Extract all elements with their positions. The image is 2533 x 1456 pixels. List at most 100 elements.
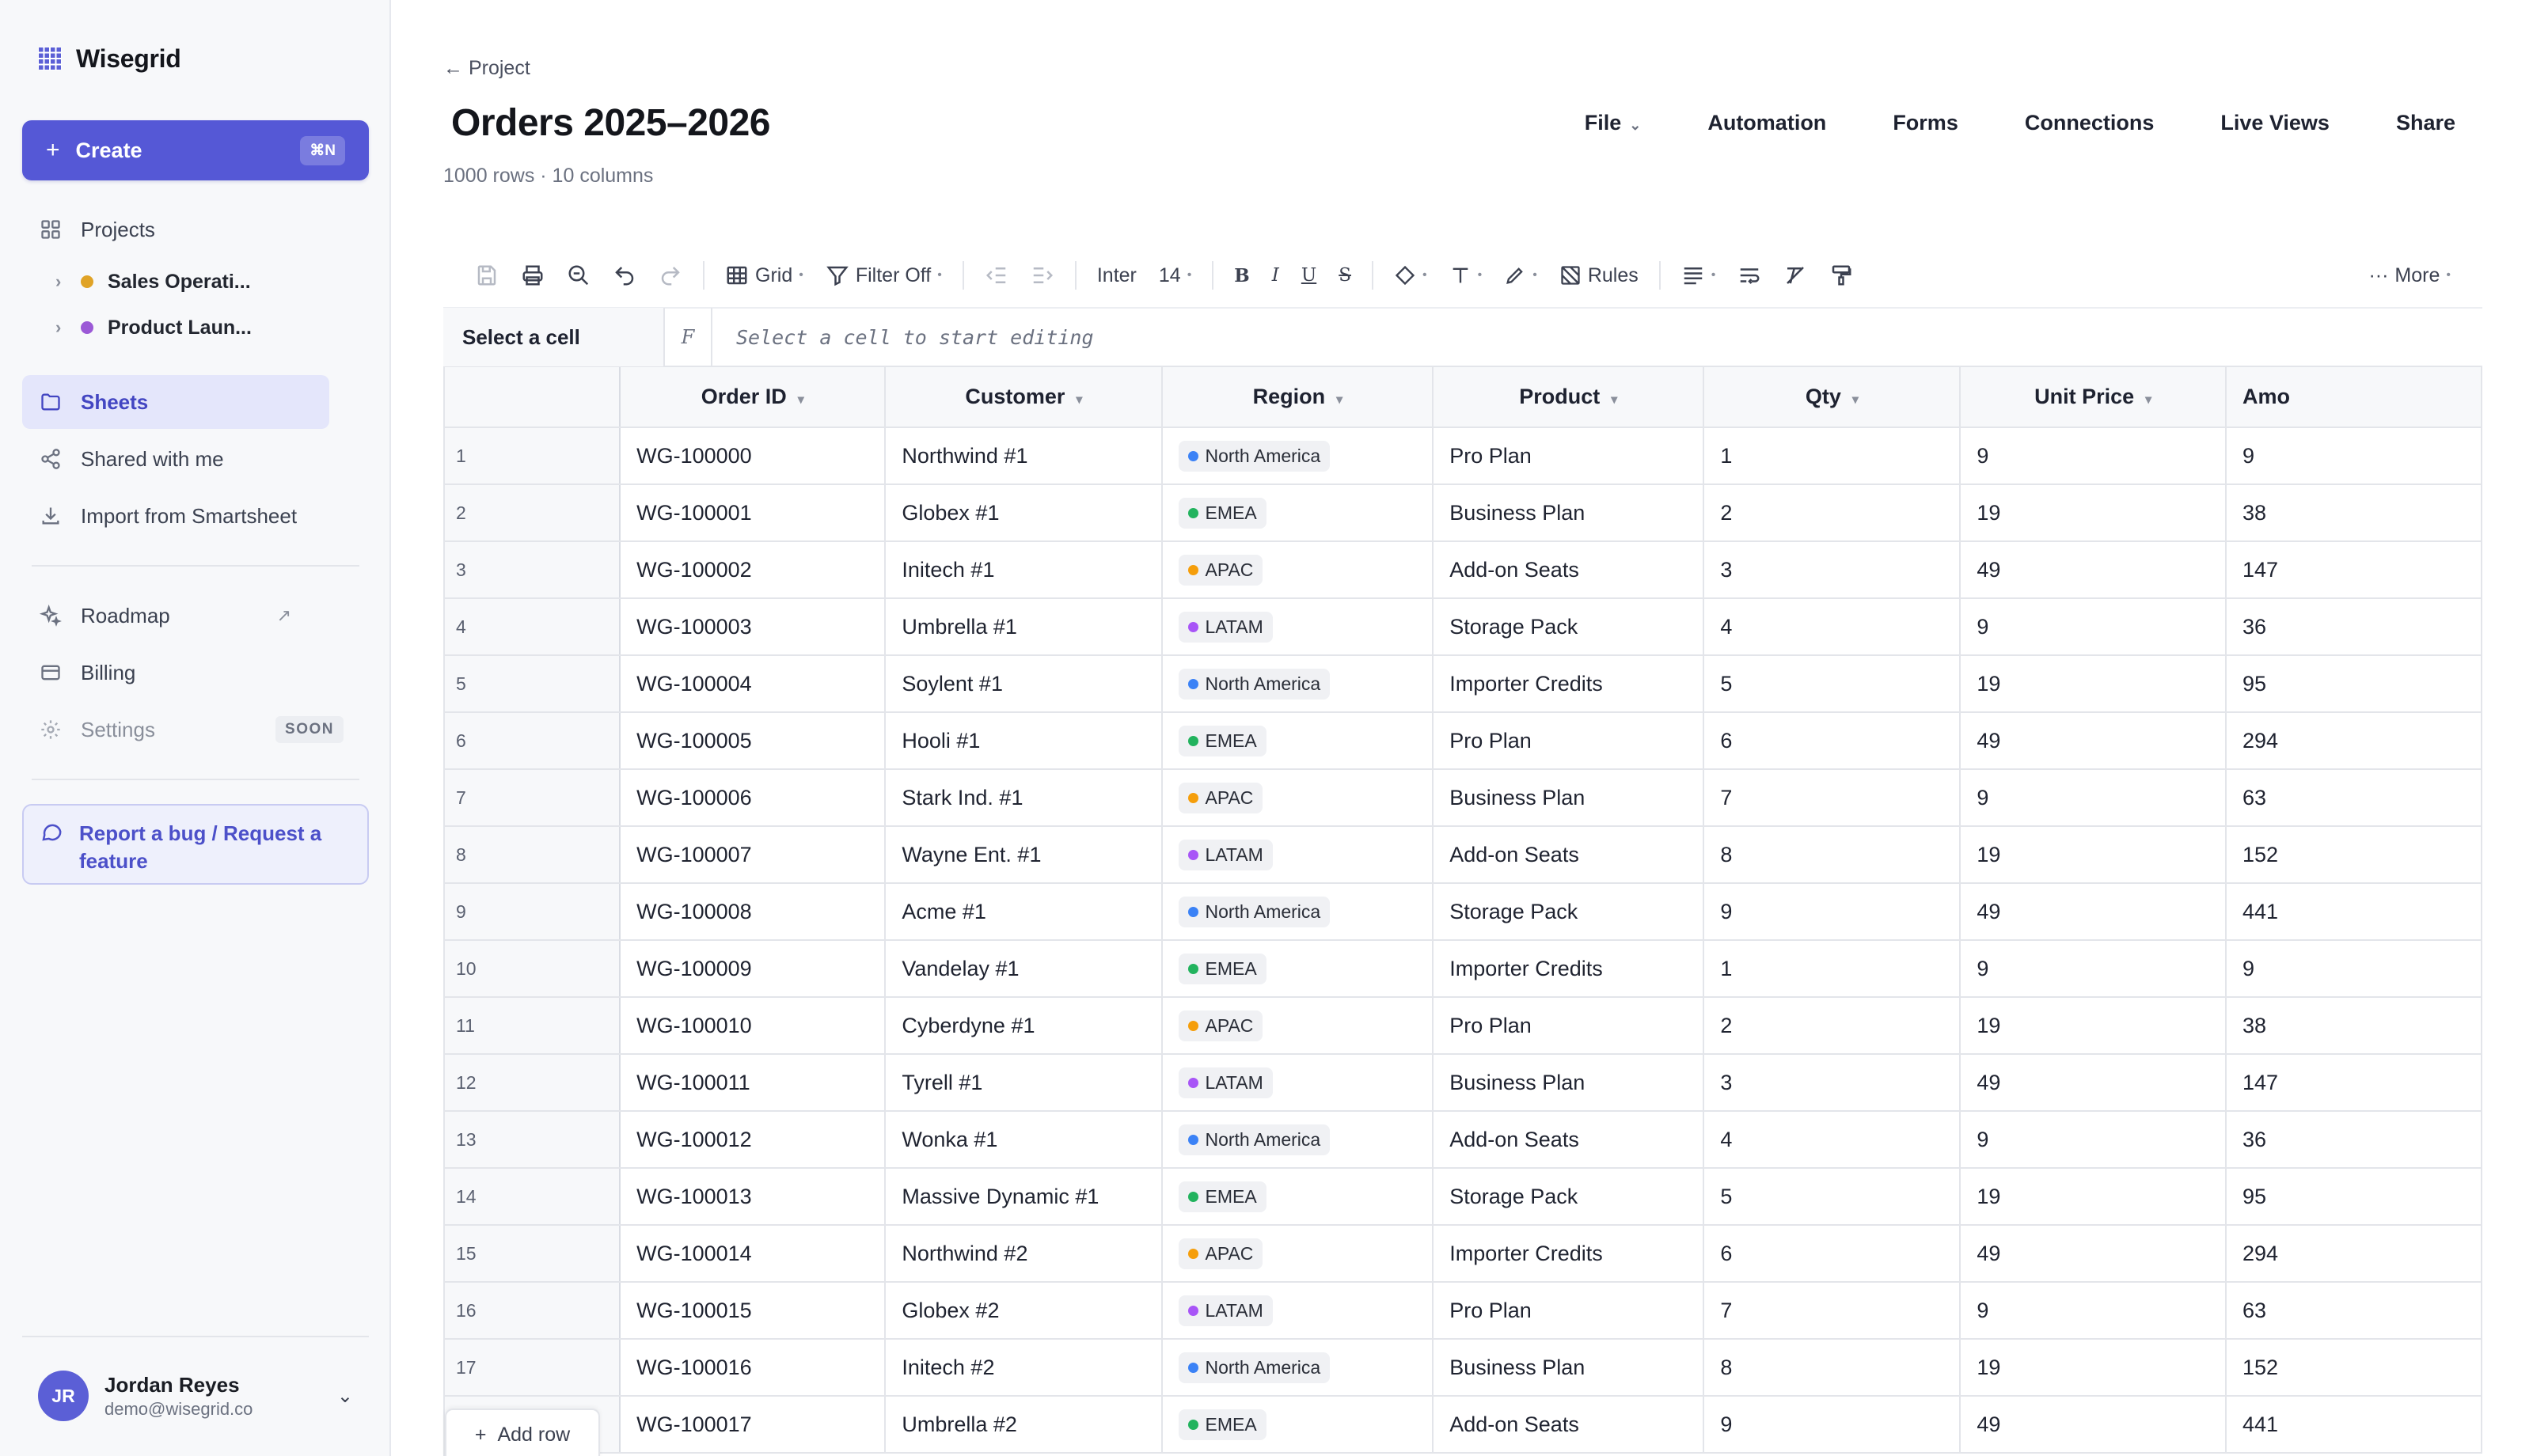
table-cell[interactable]: WG-100016 xyxy=(620,1339,887,1397)
table-cell[interactable]: 2 xyxy=(1703,997,1961,1055)
table-cell[interactable]: Add-on Seats xyxy=(1433,1111,1705,1169)
table-cell[interactable]: Wonka #1 xyxy=(885,1111,1164,1169)
column-header[interactable]: Product ▾ xyxy=(1433,367,1705,428)
region-cell[interactable]: EMEA xyxy=(1162,1168,1434,1226)
row-number[interactable]: 10 xyxy=(445,940,621,998)
table-cell[interactable]: 19 xyxy=(1960,826,2227,884)
sidebar-item-projects[interactable]: Projects xyxy=(22,203,329,256)
table-cell[interactable]: Add-on Seats xyxy=(1433,1396,1705,1454)
more-menu[interactable]: ··· More • xyxy=(2357,256,2462,295)
table-cell[interactable]: 1 xyxy=(1703,427,1961,485)
table-cell[interactable]: Hooli #1 xyxy=(885,712,1164,770)
table-cell[interactable]: 9 xyxy=(2225,427,2482,485)
table-cell[interactable]: 152 xyxy=(2225,826,2482,884)
row-number[interactable]: 13 xyxy=(445,1111,621,1169)
table-cell[interactable]: 49 xyxy=(1960,1054,2227,1112)
region-cell[interactable]: North America xyxy=(1162,655,1434,713)
table-cell[interactable]: 147 xyxy=(2225,1054,2482,1112)
table-cell[interactable]: WG-100004 xyxy=(620,655,887,713)
table-cell[interactable]: 5 xyxy=(1703,1168,1961,1226)
table-cell[interactable]: Tyrell #1 xyxy=(885,1054,1164,1112)
table-cell[interactable]: 441 xyxy=(2225,883,2482,941)
user-menu[interactable]: JR Jordan Reyes demo@wisegrid.co ⌄ xyxy=(22,1336,369,1454)
table-cell[interactable]: Importer Credits xyxy=(1433,655,1705,713)
row-number[interactable]: 11 xyxy=(445,997,621,1055)
table-cell[interactable]: WG-100008 xyxy=(620,883,887,941)
sidebar-project-sales[interactable]: › Sales Operati... xyxy=(55,260,251,304)
table-cell[interactable]: Pro Plan xyxy=(1433,997,1705,1055)
view-dropdown[interactable]: Grid • xyxy=(714,256,815,295)
table-cell[interactable]: 441 xyxy=(2225,1396,2482,1454)
table-cell[interactable]: WG-100003 xyxy=(620,598,887,656)
row-number[interactable]: 14 xyxy=(445,1168,621,1226)
table-cell[interactable]: 5 xyxy=(1703,655,1961,713)
table-cell[interactable]: 9 xyxy=(1703,1396,1961,1454)
table-cell[interactable]: Cyberdyne #1 xyxy=(885,997,1164,1055)
region-cell[interactable]: LATAM xyxy=(1162,1054,1434,1112)
row-number[interactable]: 16 xyxy=(445,1282,621,1340)
table-cell[interactable]: Importer Credits xyxy=(1433,1225,1705,1283)
border-color-button[interactable]: • xyxy=(1493,256,1548,295)
column-header[interactable]: Region ▾ xyxy=(1162,367,1434,428)
create-button[interactable]: + Create ⌘N xyxy=(22,120,369,180)
bold-button[interactable]: B xyxy=(1223,256,1260,295)
table-cell[interactable]: 4 xyxy=(1703,598,1961,656)
table-cell[interactable]: Storage Pack xyxy=(1433,1168,1705,1226)
row-number[interactable]: 5 xyxy=(445,655,621,713)
menu-connections[interactable]: Connections xyxy=(1992,111,2188,135)
formula-input[interactable]: Select a cell to start editing xyxy=(712,326,2482,349)
column-header[interactable]: Order ID ▾ xyxy=(620,367,887,428)
table-cell[interactable]: WG-100000 xyxy=(620,427,887,485)
region-cell[interactable]: EMEA xyxy=(1162,484,1434,542)
table-cell[interactable]: 4 xyxy=(1703,1111,1961,1169)
region-cell[interactable]: LATAM xyxy=(1162,1282,1434,1340)
table-cell[interactable]: 9 xyxy=(1703,883,1961,941)
redo-button[interactable] xyxy=(647,256,693,295)
table-cell[interactable]: Soylent #1 xyxy=(885,655,1164,713)
report-bug-button[interactable]: Report a bug / Request a feature xyxy=(22,804,369,885)
align-dropdown[interactable]: • xyxy=(1670,256,1727,295)
table-cell[interactable]: 19 xyxy=(1960,1168,2227,1226)
sort-caret-icon[interactable]: ▾ xyxy=(1336,393,1342,407)
column-header[interactable]: Customer ▾ xyxy=(885,367,1164,428)
italic-button[interactable]: I xyxy=(1261,256,1290,295)
table-cell[interactable]: 63 xyxy=(2225,1282,2482,1340)
outdent-button[interactable] xyxy=(974,256,1020,295)
menu-automation[interactable]: Automation xyxy=(1674,111,1859,135)
region-cell[interactable]: APAC xyxy=(1162,997,1434,1055)
row-number[interactable]: 12 xyxy=(445,1054,621,1112)
table-cell[interactable]: Stark Ind. #1 xyxy=(885,769,1164,827)
rules-button[interactable]: Rules xyxy=(1548,256,1650,295)
table-cell[interactable]: 1 xyxy=(1703,940,1961,998)
region-cell[interactable]: North America xyxy=(1162,1339,1434,1397)
row-number[interactable]: 15 xyxy=(445,1225,621,1283)
print-button[interactable] xyxy=(510,256,556,295)
row-number[interactable]: 17 xyxy=(445,1339,621,1397)
sort-caret-icon[interactable]: ▾ xyxy=(1611,393,1617,407)
region-cell[interactable]: APAC xyxy=(1162,1225,1434,1283)
region-cell[interactable]: North America xyxy=(1162,427,1434,485)
table-cell[interactable]: 8 xyxy=(1703,826,1961,884)
table-cell[interactable]: 49 xyxy=(1960,712,2227,770)
region-cell[interactable]: EMEA xyxy=(1162,712,1434,770)
row-number[interactable]: 7 xyxy=(445,769,621,827)
table-cell[interactable]: 294 xyxy=(2225,1225,2482,1283)
table-cell[interactable]: 19 xyxy=(1960,655,2227,713)
undo-button[interactable] xyxy=(602,256,647,295)
table-cell[interactable]: WG-100011 xyxy=(620,1054,887,1112)
table-cell[interactable]: 49 xyxy=(1960,1225,2227,1283)
font-size-dropdown[interactable]: 14 • xyxy=(1148,256,1202,295)
text-color-button[interactable]: • xyxy=(1438,256,1494,295)
table-cell[interactable]: 49 xyxy=(1960,1396,2227,1454)
table-cell[interactable]: Importer Credits xyxy=(1433,940,1705,998)
table-cell[interactable]: 3 xyxy=(1703,541,1961,599)
table-cell[interactable]: 7 xyxy=(1703,1282,1961,1340)
table-cell[interactable]: WG-100007 xyxy=(620,826,887,884)
table-cell[interactable]: 95 xyxy=(2225,655,2482,713)
table-cell[interactable]: Acme #1 xyxy=(885,883,1164,941)
table-cell[interactable]: Storage Pack xyxy=(1433,598,1705,656)
table-cell[interactable]: Umbrella #2 xyxy=(885,1396,1164,1454)
table-cell[interactable]: 9 xyxy=(1960,427,2227,485)
table-cell[interactable]: 19 xyxy=(1960,1339,2227,1397)
table-cell[interactable]: 63 xyxy=(2225,769,2482,827)
